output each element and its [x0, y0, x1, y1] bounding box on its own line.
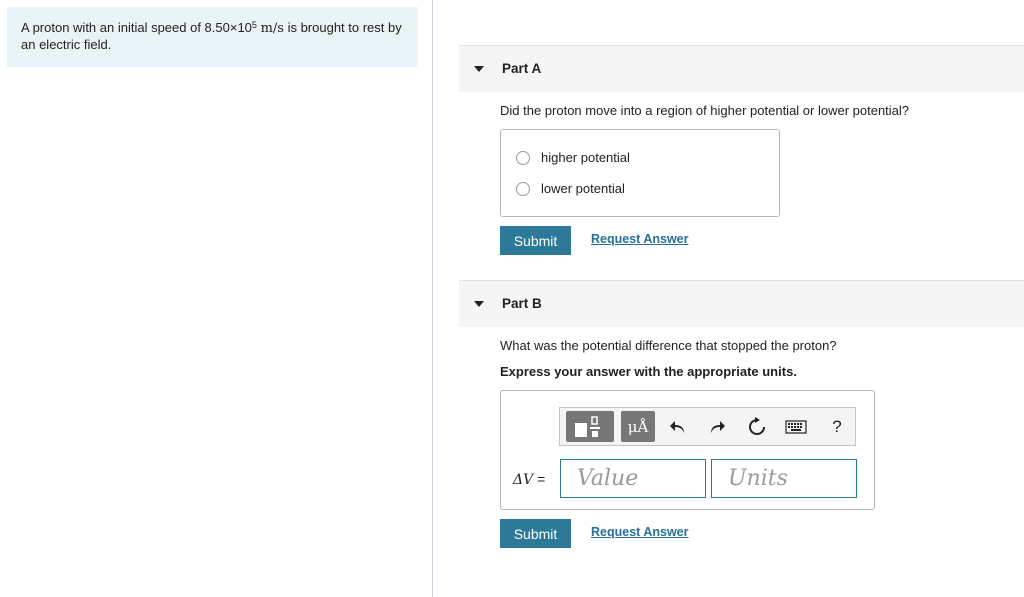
choice-lower-potential[interactable]: lower potential: [516, 181, 625, 196]
part-b-instruction: Express your answer with the appropriate…: [500, 364, 797, 379]
part-a-choices: higher potential lower potential: [500, 129, 780, 217]
part-a-submit-button[interactable]: Submit: [500, 226, 571, 255]
part-a-title: Part A: [502, 61, 542, 76]
part-b-submit-button[interactable]: Submit: [500, 519, 571, 548]
redo-icon[interactable]: [706, 416, 728, 438]
problem-text-before: A proton with an initial speed of 8.50×1…: [21, 20, 252, 35]
help-icon[interactable]: ?: [826, 416, 848, 438]
units-button[interactable]: μÅ: [621, 411, 655, 442]
choice-higher-potential[interactable]: higher potential: [516, 150, 630, 165]
answer-label-eq: =: [533, 471, 546, 487]
problem-units: m/s: [260, 21, 284, 36]
undo-icon[interactable]: [667, 416, 689, 438]
choice-label: higher potential: [541, 150, 630, 165]
units-input[interactable]: Units: [711, 459, 857, 498]
math-toolbar: μÅ ?: [559, 407, 856, 446]
reset-icon[interactable]: [746, 416, 768, 438]
answer-label: ΔV =: [513, 471, 545, 488]
problem-statement: A proton with an initial speed of 8.50×1…: [7, 7, 418, 67]
part-b-header[interactable]: Part B: [459, 280, 1024, 327]
part-b-answer-box: μÅ ? ΔV = Value Units: [500, 390, 875, 510]
part-a-request-answer-link[interactable]: Request Answer: [591, 232, 688, 246]
problem-pane: A proton with an initial speed of 8.50×1…: [0, 0, 433, 597]
templates-button[interactable]: [566, 411, 614, 442]
part-a-question: Did the proton move into a region of hig…: [500, 103, 910, 118]
part-b-question: What was the potential difference that s…: [500, 338, 837, 353]
part-a-header[interactable]: Part A: [459, 45, 1024, 92]
collapse-triangle-icon[interactable]: [474, 301, 484, 307]
problem-exponent: 5: [251, 20, 257, 30]
radio-icon[interactable]: [516, 150, 530, 165]
collapse-triangle-icon[interactable]: [474, 66, 484, 72]
answer-label-symbol: ΔV: [513, 472, 534, 488]
choice-label: lower potential: [541, 181, 625, 196]
templates-icon: [575, 415, 600, 437]
part-b-title: Part B: [502, 296, 542, 311]
value-input[interactable]: Value: [560, 459, 706, 498]
keyboard-icon[interactable]: [785, 416, 807, 438]
part-b-request-answer-link[interactable]: Request Answer: [591, 525, 688, 539]
radio-icon[interactable]: [516, 181, 530, 196]
